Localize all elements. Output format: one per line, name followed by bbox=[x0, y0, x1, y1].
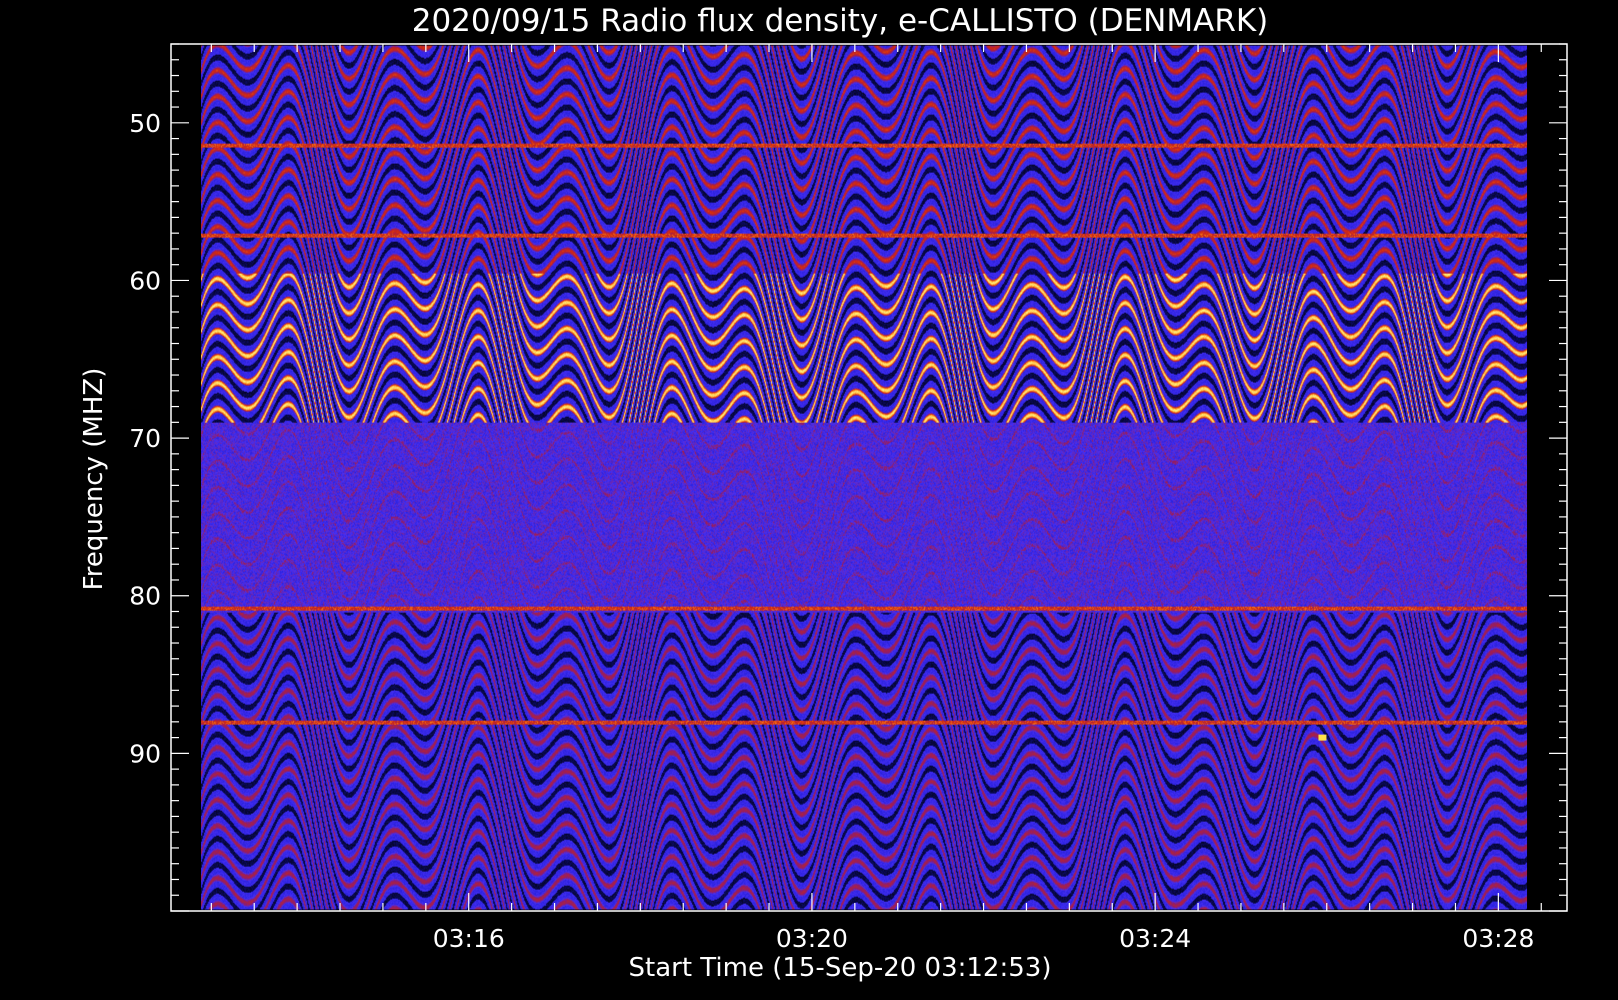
x-tick-label: 03:20 bbox=[776, 924, 848, 953]
y-tick-label: 80 bbox=[129, 582, 161, 611]
y-tick-label: 60 bbox=[129, 266, 161, 295]
x-axis-title: Start Time (15-Sep-20 03:12:53) bbox=[629, 953, 1052, 983]
spike-mark bbox=[1318, 734, 1327, 741]
x-tick-label: 03:28 bbox=[1462, 924, 1534, 953]
y-tick-label: 90 bbox=[129, 739, 161, 768]
y-tick-label: 70 bbox=[129, 424, 161, 453]
heatmap-image bbox=[201, 45, 1528, 910]
x-tick-label: 03:16 bbox=[433, 924, 505, 953]
y-axis-title: Frequency (MHZ) bbox=[79, 368, 109, 591]
chart-title: 2020/09/15 Radio flux density, e-CALLIST… bbox=[412, 3, 1269, 39]
y-tick-label: 50 bbox=[129, 109, 161, 138]
spectrogram-figure: 03:16 03:20 03:24 03:28 50 60 70 80 90 2020/09/1… bbox=[0, 0, 1618, 1000]
spectrogram-heatmap bbox=[201, 45, 1528, 910]
x-tick-label: 03:24 bbox=[1119, 924, 1191, 953]
